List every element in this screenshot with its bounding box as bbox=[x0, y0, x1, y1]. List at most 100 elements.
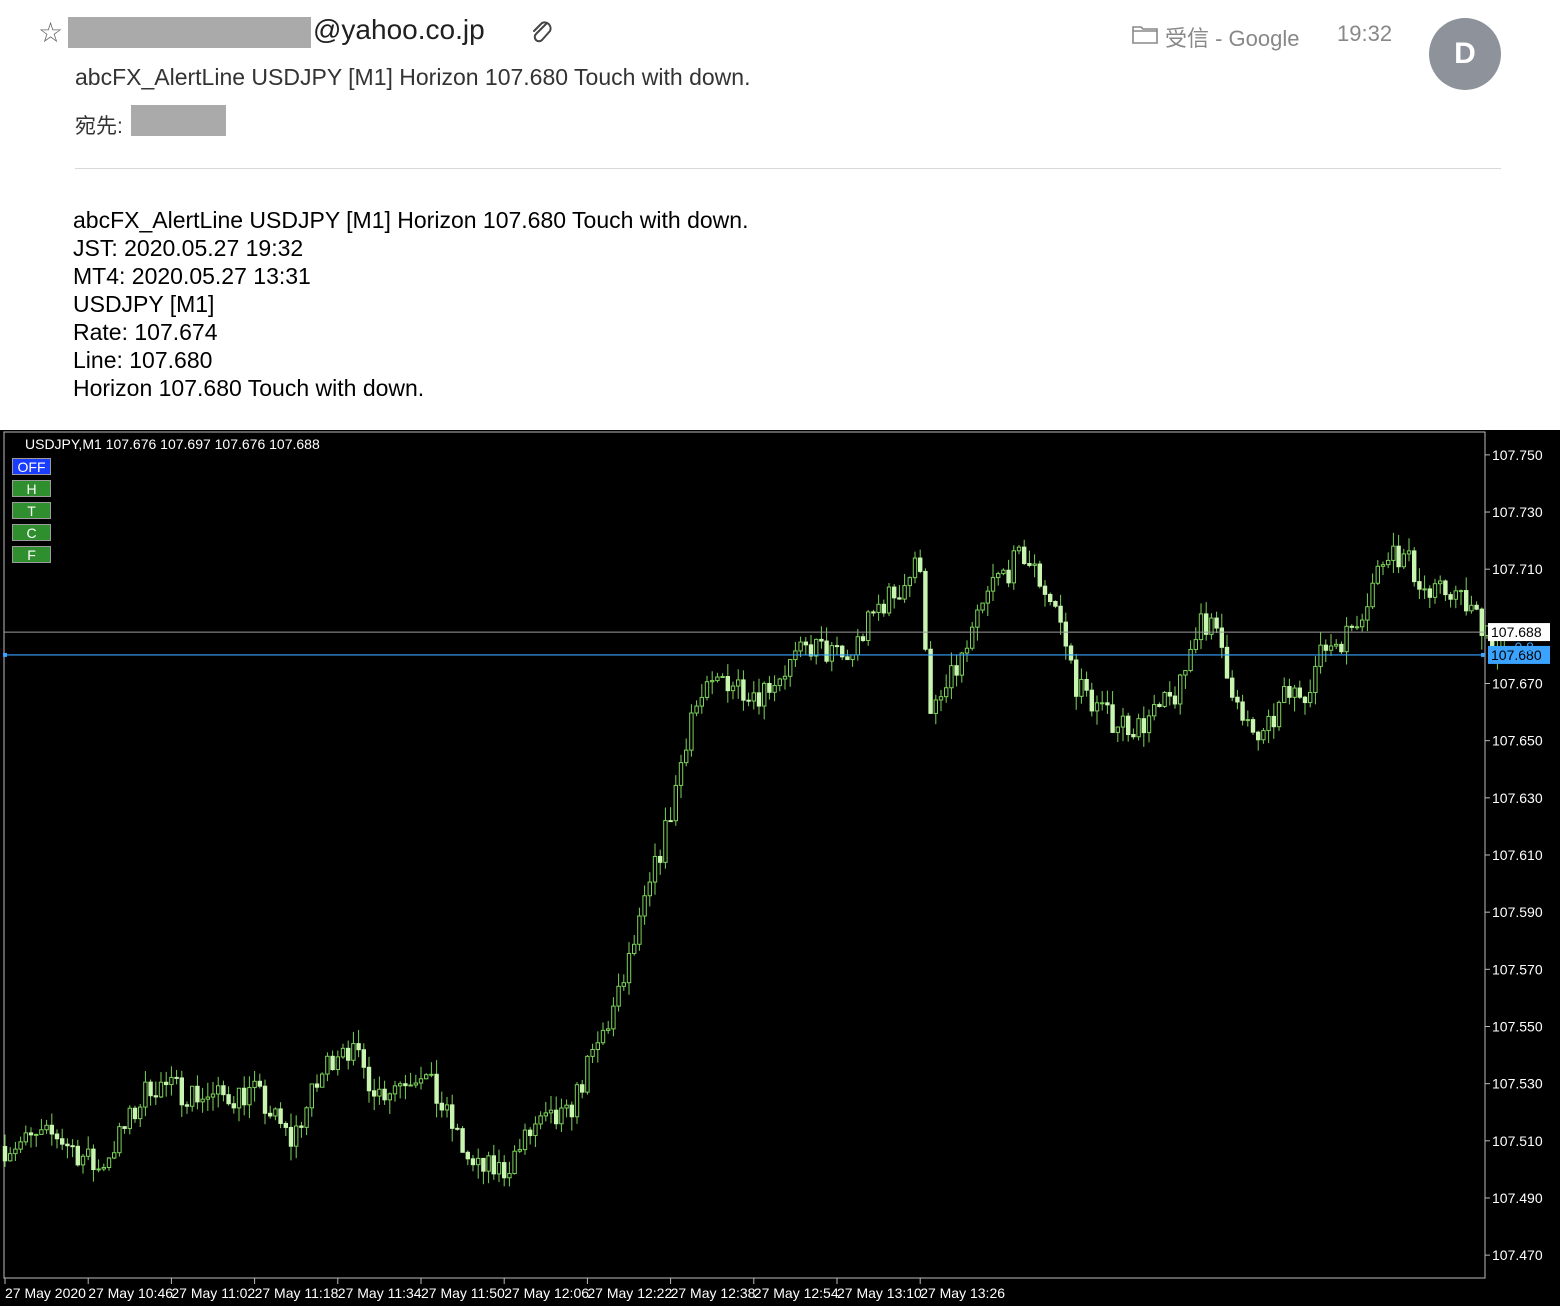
candle-body bbox=[980, 602, 985, 611]
candle-body bbox=[1240, 701, 1245, 721]
candle-body bbox=[377, 1088, 382, 1097]
fibonacci-button[interactable]: F bbox=[12, 546, 51, 563]
candle-body bbox=[1365, 606, 1370, 621]
candle-body bbox=[1230, 677, 1235, 698]
candle-body bbox=[1100, 702, 1105, 705]
candle-body bbox=[912, 557, 918, 579]
candle-body bbox=[725, 676, 730, 692]
candle-body bbox=[772, 685, 777, 693]
candle-body bbox=[710, 680, 715, 683]
candle-body bbox=[1152, 704, 1157, 717]
candle-body bbox=[382, 1088, 387, 1101]
candle-body bbox=[876, 603, 881, 614]
candle-body bbox=[507, 1173, 512, 1179]
plot-frame bbox=[3, 431, 1486, 1279]
candle-body bbox=[75, 1145, 80, 1166]
candle-body bbox=[486, 1155, 491, 1172]
candle-body bbox=[23, 1132, 29, 1143]
candle-body bbox=[1235, 696, 1240, 703]
candle-body bbox=[398, 1083, 403, 1087]
candle-body bbox=[918, 557, 923, 572]
candle-body bbox=[174, 1076, 179, 1079]
candle-body bbox=[1063, 621, 1068, 647]
channel-button[interactable]: C bbox=[12, 524, 51, 541]
candle-body bbox=[543, 1112, 548, 1117]
candle-body bbox=[580, 1084, 585, 1093]
candle-body bbox=[252, 1080, 257, 1089]
x-tick-label: 27 May 10:46 bbox=[88, 1285, 173, 1301]
candle-body bbox=[1427, 588, 1432, 598]
candle-body bbox=[1360, 619, 1365, 628]
candle-body bbox=[767, 682, 772, 693]
candle-body bbox=[1219, 627, 1224, 648]
x-tick-label: 27 May 2020 bbox=[5, 1285, 86, 1301]
candle-body bbox=[429, 1073, 434, 1076]
candle-body bbox=[637, 915, 642, 945]
candle-body bbox=[866, 611, 871, 642]
candle-body bbox=[1183, 670, 1188, 676]
candle-body bbox=[533, 1123, 538, 1137]
candle-body bbox=[1136, 718, 1141, 738]
candle-body bbox=[777, 678, 782, 687]
star-icon[interactable]: ☆ bbox=[38, 16, 63, 49]
candle-body bbox=[444, 1104, 450, 1111]
candle-body bbox=[1292, 687, 1297, 698]
body-line: abcFX_AlertLine USDJPY [M1] Horizon 107.… bbox=[73, 207, 749, 233]
body-line: Rate: 107.674 bbox=[73, 319, 218, 345]
folder-label[interactable]: 受信 - Google bbox=[1165, 21, 1300, 53]
x-tick-label: 27 May 11:34 bbox=[338, 1285, 422, 1301]
candle-body bbox=[1282, 686, 1287, 703]
candle-body bbox=[278, 1108, 283, 1124]
candle-body bbox=[117, 1126, 122, 1154]
candle-body bbox=[611, 1005, 616, 1030]
candle-body bbox=[496, 1162, 502, 1175]
candle-body bbox=[1198, 613, 1204, 641]
candle-body bbox=[387, 1093, 393, 1101]
candle-body bbox=[184, 1104, 190, 1107]
price-chart[interactable]: 107.750 107.730 107.710 107.670 107.650 107.6… bbox=[0, 430, 1560, 1306]
candle-body bbox=[101, 1166, 106, 1170]
candle-body bbox=[886, 586, 892, 614]
body-line: JST: 2020.05.27 19:32 bbox=[73, 235, 304, 261]
candle-body bbox=[1037, 563, 1042, 587]
candle-body bbox=[642, 895, 647, 917]
candle-body bbox=[1011, 550, 1016, 584]
candle-body bbox=[1261, 730, 1266, 741]
candle-body bbox=[309, 1083, 315, 1109]
body-line: MT4: 2020.05.27 13:31 bbox=[73, 263, 311, 289]
candle-body bbox=[1120, 715, 1126, 728]
candle-body bbox=[372, 1090, 377, 1097]
candle-body bbox=[195, 1085, 200, 1103]
candle-body bbox=[699, 696, 704, 707]
candle-body bbox=[273, 1108, 278, 1117]
candle-body bbox=[1297, 687, 1302, 698]
alert-line-handle bbox=[1481, 652, 1485, 657]
candle-body bbox=[1417, 581, 1422, 590]
x-tick-label: 27 May 12:22 bbox=[587, 1285, 672, 1301]
y-tick-label: 107.730 bbox=[1492, 504, 1543, 520]
candle-body bbox=[70, 1145, 75, 1148]
candle-body bbox=[158, 1081, 164, 1098]
avatar[interactable]: D bbox=[1429, 18, 1501, 90]
candle-body bbox=[330, 1055, 335, 1071]
candle-body bbox=[1469, 604, 1474, 612]
alert-off-button[interactable]: OFF bbox=[12, 458, 51, 475]
candle-body bbox=[1344, 625, 1349, 653]
candle-body bbox=[538, 1115, 543, 1125]
candle-body bbox=[897, 597, 902, 600]
horizontal-line-button[interactable]: H bbox=[12, 480, 51, 497]
chart-canvas[interactable]: 107.750 107.730 107.710 107.670 107.650 107.6… bbox=[0, 430, 1560, 1306]
candle-body bbox=[216, 1085, 221, 1095]
candle-body bbox=[704, 681, 710, 698]
candle-body bbox=[314, 1083, 320, 1088]
y-tick-label: 107.550 bbox=[1492, 1018, 1543, 1034]
candle-body bbox=[1396, 545, 1401, 568]
candle-body bbox=[1188, 648, 1193, 672]
paperclip-icon[interactable] bbox=[530, 18, 554, 51]
y-tick-label: 107.610 bbox=[1492, 847, 1543, 863]
candle-body bbox=[112, 1152, 117, 1159]
candle-body bbox=[392, 1085, 398, 1095]
candle-body bbox=[1126, 715, 1131, 736]
trendline-button[interactable]: T bbox=[12, 502, 51, 519]
email-header: ☆ @yahoo.co.jp 受信 - Google 19:32 D abcFX… bbox=[0, 0, 1560, 430]
